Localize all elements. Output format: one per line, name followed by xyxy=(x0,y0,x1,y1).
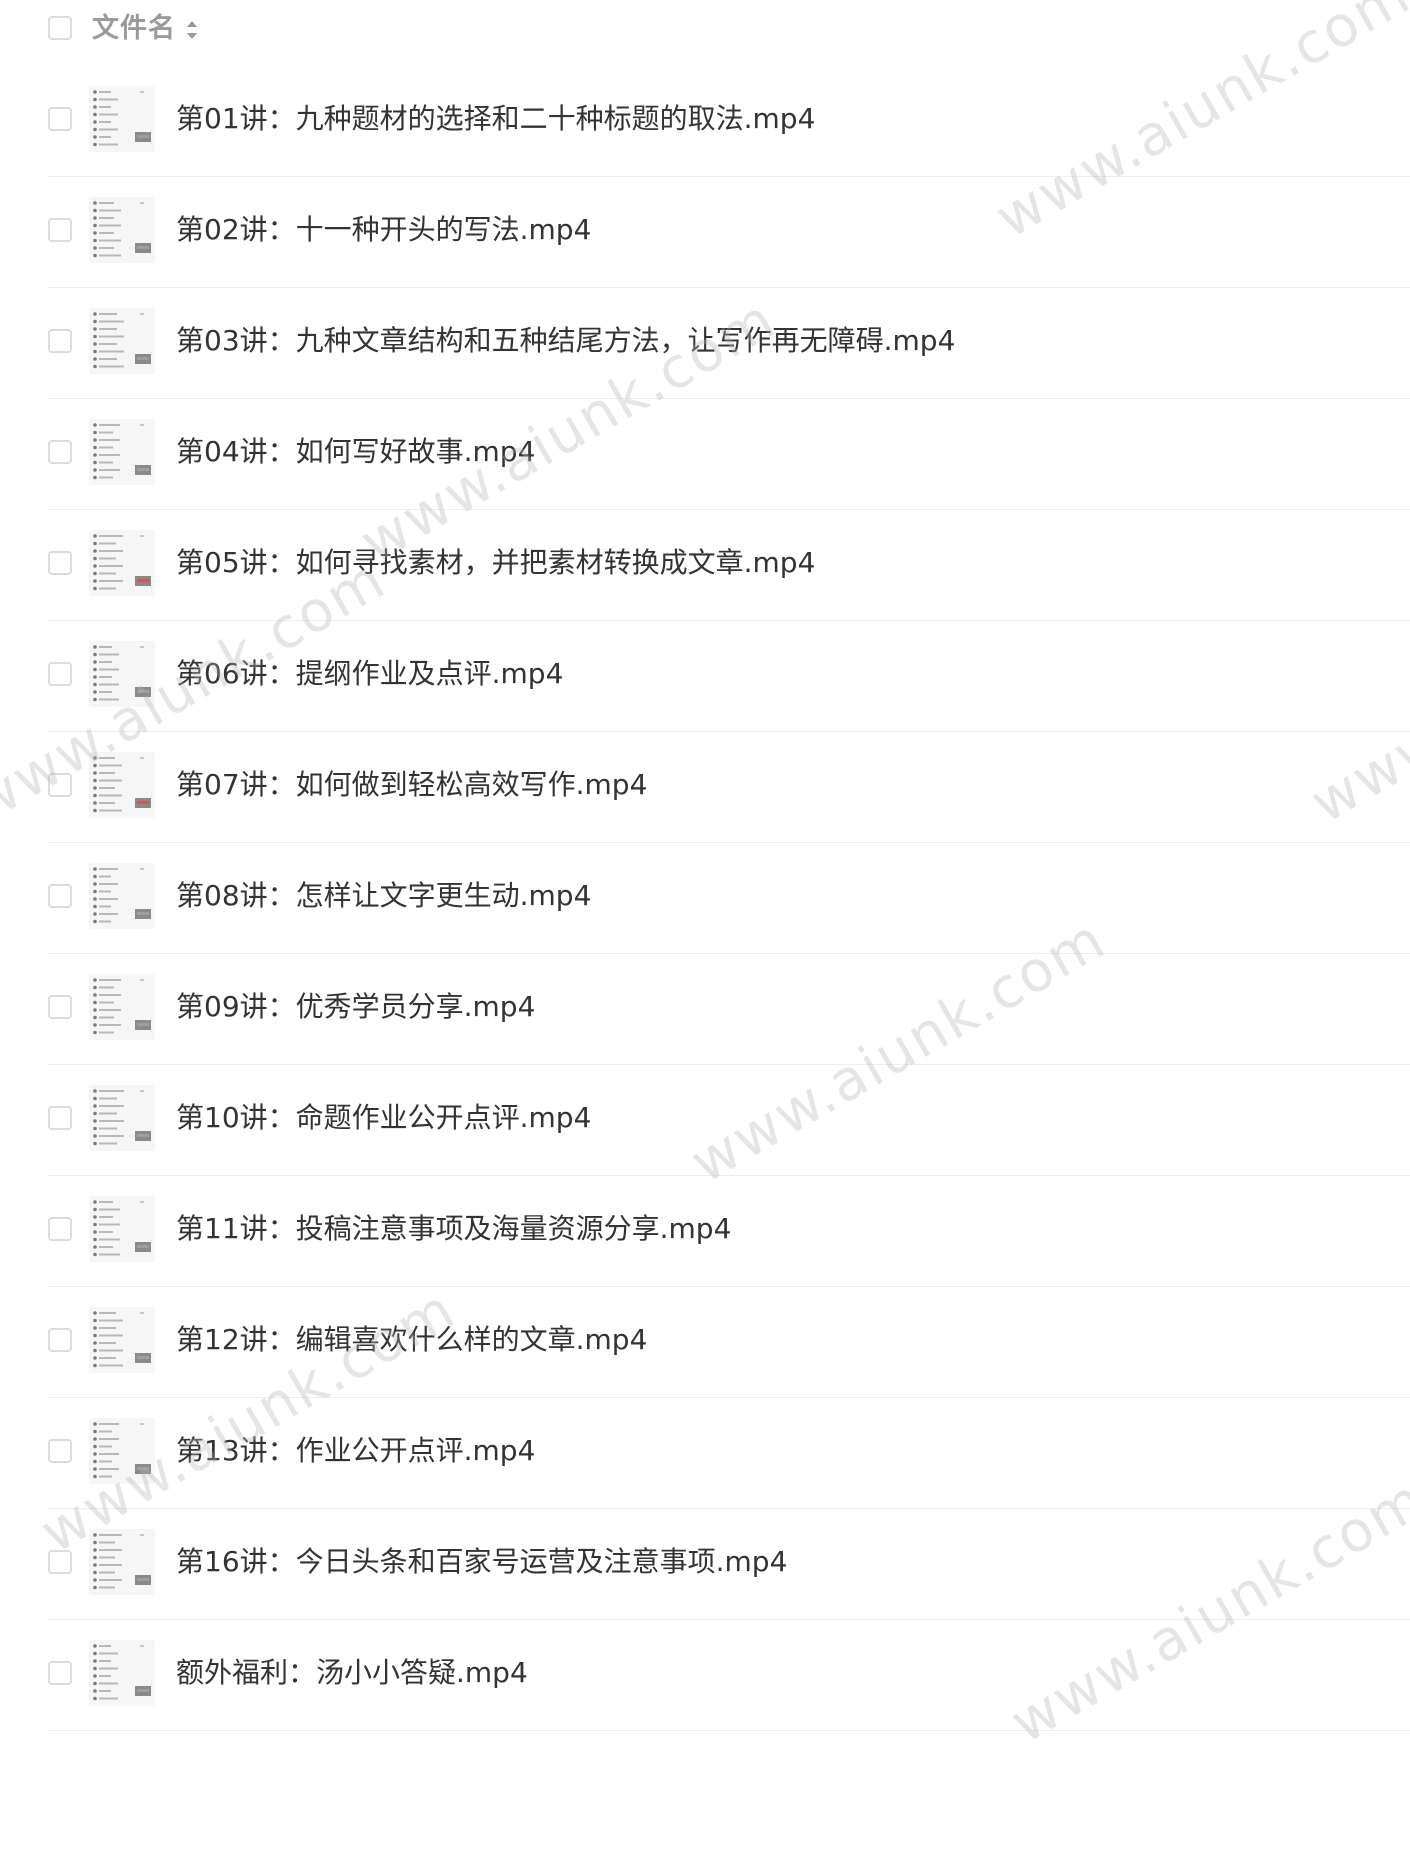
file-name[interactable]: 第04讲：如何写好故事.mp4 xyxy=(176,432,535,472)
file-row[interactable]: 第16讲：今日头条和百家号运营及注意事项.mp4 xyxy=(48,1509,1410,1620)
file-name[interactable]: 额外福利：汤小小答疑.mp4 xyxy=(176,1653,528,1693)
filename-column-label[interactable]: 文件名 xyxy=(92,10,176,48)
file-checkbox[interactable] xyxy=(48,107,72,131)
video-thumbnail-icon xyxy=(89,1307,155,1373)
video-thumbnail-icon xyxy=(89,419,155,485)
file-row[interactable]: 第01讲：九种题材的选择和二十种标题的取法.mp4 xyxy=(48,66,1410,177)
file-name[interactable]: 第13讲：作业公开点评.mp4 xyxy=(176,1431,535,1471)
file-row[interactable]: 第07讲：如何做到轻松高效写作.mp4 xyxy=(48,732,1410,843)
video-thumbnail-icon xyxy=(89,641,155,707)
file-checkbox[interactable] xyxy=(48,218,72,242)
file-checkbox[interactable] xyxy=(48,1328,72,1352)
video-thumbnail-icon xyxy=(89,1196,155,1262)
file-name[interactable]: 第08讲：怎样让文字更生动.mp4 xyxy=(176,876,591,916)
file-list-header: 文件名 xyxy=(0,0,1410,60)
file-checkbox[interactable] xyxy=(48,1439,72,1463)
file-row[interactable]: 第12讲：编辑喜欢什么样的文章.mp4 xyxy=(48,1287,1410,1398)
file-row[interactable]: 额外福利：汤小小答疑.mp4 xyxy=(48,1620,1410,1731)
file-checkbox[interactable] xyxy=(48,440,72,464)
file-row[interactable]: 第13讲：作业公开点评.mp4 xyxy=(48,1398,1410,1509)
file-checkbox[interactable] xyxy=(48,329,72,353)
file-name[interactable]: 第07讲：如何做到轻松高效写作.mp4 xyxy=(176,765,647,805)
file-name[interactable]: 第12讲：编辑喜欢什么样的文章.mp4 xyxy=(176,1320,647,1360)
file-checkbox[interactable] xyxy=(48,551,72,575)
file-row[interactable]: 第02讲：十一种开头的写法.mp4 xyxy=(48,177,1410,288)
file-name[interactable]: 第03讲：九种文章结构和五种结尾方法，让写作再无障碍.mp4 xyxy=(176,321,955,361)
file-name[interactable]: 第05讲：如何寻找素材，并把素材转换成文章.mp4 xyxy=(176,543,815,583)
video-thumbnail-icon xyxy=(89,197,155,263)
file-list: 第01讲：九种题材的选择和二十种标题的取法.mp4 第02讲：十一种开头的写法.m… xyxy=(0,66,1410,1731)
file-checkbox[interactable] xyxy=(48,884,72,908)
file-name[interactable]: 第06讲：提纲作业及点评.mp4 xyxy=(176,654,563,694)
file-checkbox[interactable] xyxy=(48,1550,72,1574)
video-thumbnail-icon xyxy=(89,530,155,596)
file-checkbox[interactable] xyxy=(48,662,72,686)
file-name[interactable]: 第02讲：十一种开头的写法.mp4 xyxy=(176,210,591,250)
select-all-checkbox[interactable] xyxy=(48,16,72,40)
video-thumbnail-icon xyxy=(89,1085,155,1151)
file-name[interactable]: 第11讲：投稿注意事项及海量资源分享.mp4 xyxy=(176,1209,731,1249)
file-checkbox[interactable] xyxy=(48,1106,72,1130)
file-checkbox[interactable] xyxy=(48,1217,72,1241)
file-row[interactable]: 第03讲：九种文章结构和五种结尾方法，让写作再无障碍.mp4 xyxy=(48,288,1410,399)
video-thumbnail-icon xyxy=(89,863,155,929)
file-name[interactable]: 第10讲：命题作业公开点评.mp4 xyxy=(176,1098,591,1138)
file-name[interactable]: 第01讲：九种题材的选择和二十种标题的取法.mp4 xyxy=(176,99,815,139)
file-name[interactable]: 第09讲：优秀学员分享.mp4 xyxy=(176,987,535,1027)
sort-updown-icon[interactable] xyxy=(186,17,198,43)
video-thumbnail-icon xyxy=(89,752,155,818)
file-row[interactable]: 第09讲：优秀学员分享.mp4 xyxy=(48,954,1410,1065)
video-thumbnail-icon xyxy=(89,86,155,152)
file-row[interactable]: 第05讲：如何寻找素材，并把素材转换成文章.mp4 xyxy=(48,510,1410,621)
file-row[interactable]: 第11讲：投稿注意事项及海量资源分享.mp4 xyxy=(48,1176,1410,1287)
file-name[interactable]: 第16讲：今日头条和百家号运营及注意事项.mp4 xyxy=(176,1542,787,1582)
file-row[interactable]: 第10讲：命题作业公开点评.mp4 xyxy=(48,1065,1410,1176)
file-row[interactable]: 第04讲：如何写好故事.mp4 xyxy=(48,399,1410,510)
file-checkbox[interactable] xyxy=(48,773,72,797)
file-checkbox[interactable] xyxy=(48,995,72,1019)
file-row[interactable]: 第06讲：提纲作业及点评.mp4 xyxy=(48,621,1410,732)
video-thumbnail-icon xyxy=(89,1640,155,1706)
video-thumbnail-icon xyxy=(89,308,155,374)
file-row[interactable]: 第08讲：怎样让文字更生动.mp4 xyxy=(48,843,1410,954)
video-thumbnail-icon xyxy=(89,1529,155,1595)
video-thumbnail-icon xyxy=(89,974,155,1040)
file-checkbox[interactable] xyxy=(48,1661,72,1685)
video-thumbnail-icon xyxy=(89,1418,155,1484)
